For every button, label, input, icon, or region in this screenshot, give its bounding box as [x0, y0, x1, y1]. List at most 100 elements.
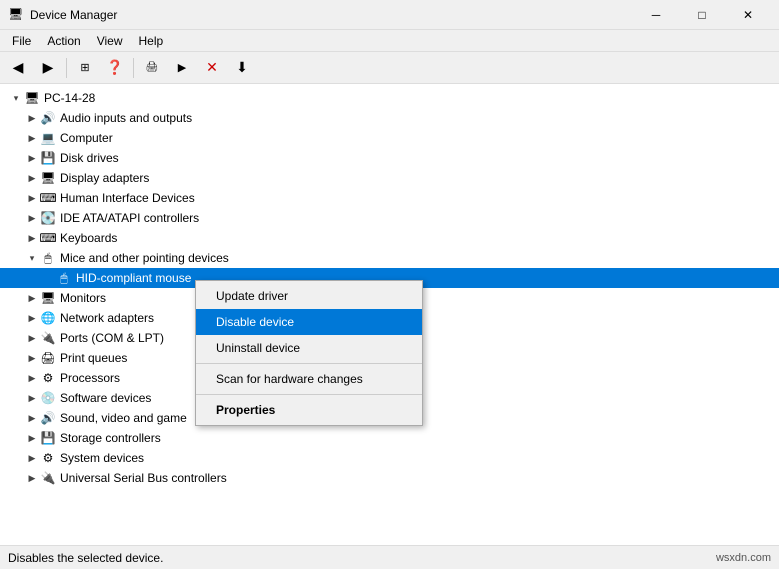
software-icon: 💿: [40, 390, 56, 406]
keyboards-expand-icon[interactable]: ▶: [24, 230, 40, 246]
keyboards-icon: ⌨: [40, 230, 56, 246]
sound-label: Sound, video and game: [60, 411, 187, 425]
disk-label: Disk drives: [60, 151, 119, 165]
minimize-button[interactable]: ─: [633, 0, 679, 30]
tree-item-disk[interactable]: ▶ 💾 Disk drives: [0, 148, 779, 168]
menu-file[interactable]: File: [4, 32, 39, 50]
close-button[interactable]: ✕: [725, 0, 771, 30]
ctx-separator-1: [196, 363, 422, 364]
tree-item-usb[interactable]: ▶ 🔌 Universal Serial Bus controllers: [0, 468, 779, 488]
print-icon: 🖨: [40, 350, 56, 366]
network-icon: 🌐: [40, 310, 56, 326]
system-icon: ⚙: [40, 450, 56, 466]
mice-icon: 🖱: [40, 250, 56, 266]
menu-view[interactable]: View: [89, 32, 131, 50]
toolbar-help[interactable]: ❓: [101, 55, 129, 81]
mice-expand-icon[interactable]: ▾: [24, 250, 40, 266]
computer-device-icon: 💻: [40, 130, 56, 146]
toolbar-back[interactable]: ◀: [4, 55, 32, 81]
tree-item-ide[interactable]: ▶ 💽 IDE ATA/ATAPI controllers: [0, 208, 779, 228]
menu-help[interactable]: Help: [131, 32, 172, 50]
display-icon: 🖥: [40, 170, 56, 186]
menu-bar: File Action View Help: [0, 30, 779, 52]
ports-label: Ports (COM & LPT): [60, 331, 164, 345]
status-text: Disables the selected device.: [8, 551, 163, 565]
toolbar-disable[interactable]: ✕: [198, 55, 226, 81]
ide-icon: 💽: [40, 210, 56, 226]
ctx-disable-device[interactable]: Disable device: [196, 309, 422, 335]
display-expand-icon[interactable]: ▶: [24, 170, 40, 186]
tree-item-system[interactable]: ▶ ⚙ System devices: [0, 448, 779, 468]
tree-item-hid[interactable]: ▶ ⌨ Human Interface Devices: [0, 188, 779, 208]
hid-icon: ⌨: [40, 190, 56, 206]
software-expand-icon[interactable]: ▶: [24, 390, 40, 406]
hid-mouse-icon: 🖱: [56, 270, 72, 286]
tree-item-mice[interactable]: ▾ 🖱 Mice and other pointing devices: [0, 248, 779, 268]
monitors-icon: 🖥: [40, 290, 56, 306]
window-controls: ─ □ ✕: [633, 0, 771, 30]
ports-expand-icon[interactable]: ▶: [24, 330, 40, 346]
hid-mouse-expand-icon: [40, 270, 56, 286]
toolbar-update[interactable]: 🖨: [138, 55, 166, 81]
maximize-button[interactable]: □: [679, 0, 725, 30]
system-label: System devices: [60, 451, 144, 465]
audio-icon: 🔊: [40, 110, 56, 126]
app-icon: 🖥: [8, 7, 24, 23]
tree-root[interactable]: ▾ 🖥 PC-14-28: [0, 88, 779, 108]
title-bar: 🖥 Device Manager ─ □ ✕: [0, 0, 779, 30]
keyboards-label: Keyboards: [60, 231, 117, 245]
tree-item-keyboards[interactable]: ▶ ⌨ Keyboards: [0, 228, 779, 248]
computer-icon: 🖥: [24, 90, 40, 106]
computer-expand-icon[interactable]: ▶: [24, 130, 40, 146]
usb-expand-icon[interactable]: ▶: [24, 470, 40, 486]
root-expand-icon[interactable]: ▾: [8, 90, 24, 106]
ctx-separator-2: [196, 394, 422, 395]
display-label: Display adapters: [60, 171, 149, 185]
toolbar-uninstall[interactable]: ▶: [168, 55, 196, 81]
window-title: Device Manager: [30, 8, 633, 22]
processors-icon: ⚙: [40, 370, 56, 386]
disk-icon: 💾: [40, 150, 56, 166]
toolbar-sep-1: [66, 58, 67, 78]
main-area: ▾ 🖥 PC-14-28 ▶ 🔊 Audio inputs and output…: [0, 84, 779, 545]
ctx-scan-hardware[interactable]: Scan for hardware changes: [196, 366, 422, 392]
tree-item-display[interactable]: ▶ 🖥 Display adapters: [0, 168, 779, 188]
hid-expand-icon[interactable]: ▶: [24, 190, 40, 206]
ctx-properties[interactable]: Properties: [196, 397, 422, 423]
sound-expand-icon[interactable]: ▶: [24, 410, 40, 426]
print-expand-icon[interactable]: ▶: [24, 350, 40, 366]
storage-icon: 💾: [40, 430, 56, 446]
storage-label: Storage controllers: [60, 431, 161, 445]
audio-label: Audio inputs and outputs: [60, 111, 192, 125]
context-menu: Update driver Disable device Uninstall d…: [195, 280, 423, 426]
hid-mouse-label: HID-compliant mouse: [76, 271, 191, 285]
ide-expand-icon[interactable]: ▶: [24, 210, 40, 226]
root-label: PC-14-28: [44, 91, 95, 105]
system-expand-icon[interactable]: ▶: [24, 450, 40, 466]
software-label: Software devices: [60, 391, 151, 405]
tree-item-storage[interactable]: ▶ 💾 Storage controllers: [0, 428, 779, 448]
monitors-expand-icon[interactable]: ▶: [24, 290, 40, 306]
usb-label: Universal Serial Bus controllers: [60, 471, 227, 485]
status-bar: Disables the selected device. wsxdn.com: [0, 545, 779, 569]
hid-label: Human Interface Devices: [60, 191, 195, 205]
ctx-uninstall-device[interactable]: Uninstall device: [196, 335, 422, 361]
disk-expand-icon[interactable]: ▶: [24, 150, 40, 166]
toolbar: ◀ ▶ ⊞ ❓ 🖨 ▶ ✕ ⬇: [0, 52, 779, 84]
tree-item-audio[interactable]: ▶ 🔊 Audio inputs and outputs: [0, 108, 779, 128]
ctx-update-driver[interactable]: Update driver: [196, 283, 422, 309]
monitors-label: Monitors: [60, 291, 106, 305]
print-label: Print queues: [60, 351, 127, 365]
network-expand-icon[interactable]: ▶: [24, 310, 40, 326]
ide-label: IDE ATA/ATAPI controllers: [60, 211, 199, 225]
audio-expand-icon[interactable]: ▶: [24, 110, 40, 126]
menu-action[interactable]: Action: [39, 32, 88, 50]
toolbar-scan[interactable]: ⬇: [228, 55, 256, 81]
mice-label: Mice and other pointing devices: [60, 251, 229, 265]
toolbar-forward[interactable]: ▶: [34, 55, 62, 81]
toolbar-properties[interactable]: ⊞: [71, 55, 99, 81]
tree-item-computer[interactable]: ▶ 💻 Computer: [0, 128, 779, 148]
processors-expand-icon[interactable]: ▶: [24, 370, 40, 386]
status-right-text: wsxdn.com: [716, 552, 771, 564]
storage-expand-icon[interactable]: ▶: [24, 430, 40, 446]
